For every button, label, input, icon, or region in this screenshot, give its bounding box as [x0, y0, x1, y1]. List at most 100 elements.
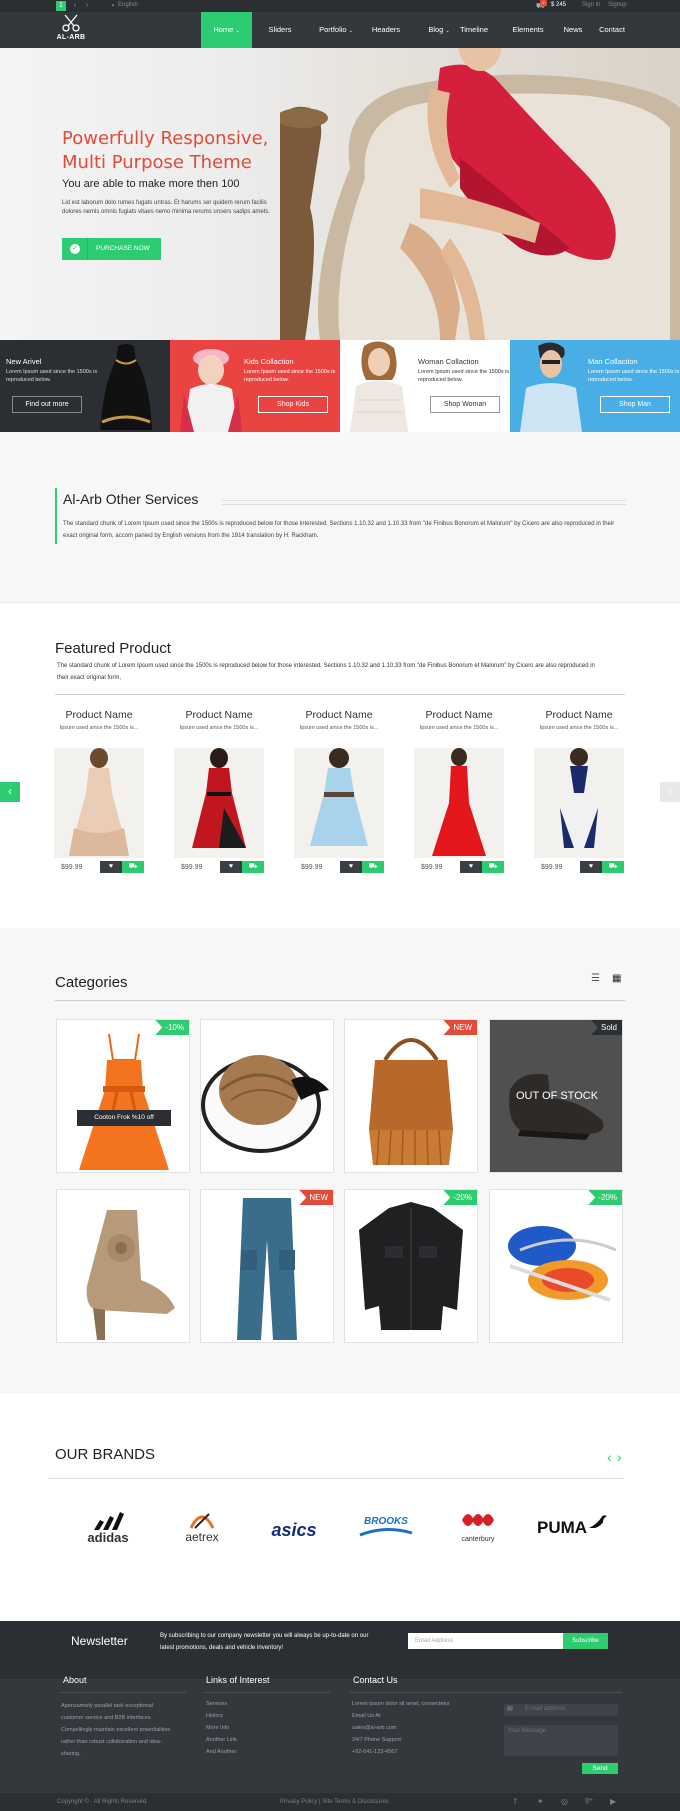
contact-line: Lorem ipsum dolor sit amet, consectetur	[352, 1701, 450, 1707]
navy-white-dress-image	[550, 748, 608, 848]
nav-elements[interactable]: Elements	[505, 12, 551, 48]
product-name[interactable]: Product Name	[294, 709, 384, 721]
cart-icon[interactable]: ⛟	[242, 861, 264, 873]
product-name[interactable]: Product Name	[54, 709, 144, 721]
language-selector[interactable]: English	[118, 2, 138, 8]
category-card[interactable]: NEW	[200, 1189, 334, 1343]
bottom-bar: Copyright © · All Rights Reserved Privac…	[0, 1793, 680, 1811]
categories-title: Categories	[55, 974, 128, 991]
footer-link-services[interactable]: Services	[206, 1701, 227, 1707]
site-logo[interactable]: AL-ARB	[54, 14, 88, 46]
heart-icon[interactable]: ♥	[220, 861, 242, 873]
shop-man-button[interactable]: Shop Man	[600, 396, 670, 413]
send-button[interactable]: Send	[582, 1763, 618, 1774]
services-section: Al-Arb Other Services The standard chunk…	[0, 432, 680, 602]
heart-icon[interactable]: ♥	[100, 861, 122, 873]
product-image[interactable]	[294, 748, 384, 858]
brand-label: canterbury	[461, 1536, 495, 1543]
page-indicator[interactable]: 1	[56, 1, 66, 11]
sunglasses-image	[508, 1226, 617, 1302]
product-image[interactable]	[414, 748, 504, 858]
nav-headers[interactable]: Headers	[366, 12, 406, 48]
nav-home[interactable]: Home ⌄	[201, 12, 252, 48]
category-card[interactable]	[56, 1189, 190, 1343]
google-plus-icon[interactable]: g+	[585, 1797, 593, 1804]
brand-aetrex[interactable]: aetrex	[162, 1508, 242, 1548]
heart-icon[interactable]: ♥	[340, 861, 362, 873]
kid-image	[180, 349, 242, 432]
product-image[interactable]	[54, 748, 144, 858]
brand-asics[interactable]: asics	[254, 1508, 334, 1548]
cart-icon[interactable]: ⛟	[482, 861, 504, 873]
sign-in-link[interactable]: Sign in	[582, 2, 600, 8]
product-image[interactable]	[534, 748, 624, 858]
cart-icon[interactable]: ⛟	[122, 861, 144, 873]
brand-brooks[interactable]: BROOKS	[346, 1508, 426, 1548]
contact-email[interactable]: sales@al-arb.com	[352, 1725, 396, 1731]
brands-title: OUR BRANDS	[55, 1446, 156, 1463]
facebook-icon[interactable]: f	[514, 1797, 516, 1806]
nav-timeline[interactable]: Timeline	[454, 12, 494, 48]
product-price: $99.99	[301, 864, 323, 871]
chevron-down-icon: ⌄	[445, 28, 450, 34]
product-image[interactable]	[174, 748, 264, 858]
nav-portfolio[interactable]: Portfolio ⌄	[313, 12, 359, 48]
title-divider	[222, 500, 626, 501]
category-card[interactable]: NEW	[344, 1019, 478, 1173]
brand-puma[interactable]: PUMA	[532, 1508, 612, 1548]
hero-body: Lid est laborum dolo rumes fugats untras…	[62, 200, 271, 215]
carousel-next-button[interactable]: ›	[660, 782, 680, 802]
carousel-prev-button[interactable]: ‹	[0, 782, 20, 802]
brand-adidas[interactable]: adidas	[68, 1508, 148, 1548]
purchase-now-button[interactable]: ✓ PURCHASE NOW	[62, 238, 161, 260]
category-card[interactable]: -20%	[344, 1189, 478, 1343]
footer-link-another[interactable]: Another Link	[206, 1737, 237, 1743]
footer-link-history[interactable]: History	[206, 1713, 223, 1719]
find-out-more-button[interactable]: Find out more	[12, 396, 82, 413]
brands-next-button[interactable]: ›	[617, 1449, 622, 1465]
jacket-image	[359, 1202, 463, 1330]
nav-news[interactable]: News	[555, 12, 591, 48]
heart-icon[interactable]: ♥	[580, 861, 602, 873]
youtube-icon[interactable]: ▶	[610, 1797, 616, 1806]
scissors-icon	[62, 14, 80, 32]
cart-icon[interactable]: ⛟	[362, 861, 384, 873]
nav-blog[interactable]: Blog ⌄	[419, 12, 459, 48]
nav-sliders[interactable]: Sliders	[260, 12, 300, 48]
twitter-icon[interactable]: ✦	[537, 1797, 544, 1806]
newsletter-email-input[interactable]: Email Address	[408, 1633, 563, 1649]
dribbble-icon[interactable]: ◎	[561, 1797, 568, 1806]
brands-prev-button[interactable]: ‹	[607, 1449, 612, 1465]
chevron-right-icon[interactable]: ›	[82, 1, 92, 11]
shop-kids-button[interactable]: Shop Kids	[258, 396, 328, 413]
featured-text: The standard chunk of Lorem Ipsum used s…	[57, 663, 595, 681]
footer-email-input[interactable]: ✉ E-mail address	[504, 1704, 618, 1716]
sign-up-link[interactable]: Signup	[608, 2, 627, 8]
list-view-icon[interactable]: ☰	[591, 973, 605, 985]
services-text: The standard chunk of Lorem Ipsum used s…	[63, 521, 615, 539]
footer-message-input[interactable]: Your Message	[504, 1725, 618, 1756]
category-card[interactable]: -20%	[489, 1189, 623, 1343]
footer-link-more-info[interactable]: More Info	[206, 1725, 229, 1731]
brand-canterbury[interactable]: canterbury	[438, 1508, 518, 1548]
heart-icon[interactable]: ♥	[460, 861, 482, 873]
cart-icon[interactable]: ⛟	[602, 861, 624, 873]
category-card[interactable]: Sold OUT OF STOCK	[489, 1019, 623, 1173]
policy-links[interactable]: Privacy Policy | Site Terms & Disclosure…	[280, 1799, 389, 1805]
contact-line: 24/7 Phone Support	[352, 1737, 401, 1743]
grid-view-icon[interactable]: ▦	[612, 973, 626, 985]
nav-contact[interactable]: Contact	[592, 12, 632, 48]
category-card[interactable]	[200, 1019, 334, 1173]
product-name[interactable]: Product Name	[174, 709, 264, 721]
footer-link-and-another[interactable]: And Another	[206, 1749, 236, 1755]
collection-title: Woman Collaction	[418, 357, 479, 366]
chevron-left-icon[interactable]: ‹	[70, 1, 80, 11]
product-name[interactable]: Product Name	[534, 709, 624, 721]
subscribe-button[interactable]: Subscribe	[563, 1633, 608, 1649]
product-name[interactable]: Product Name	[414, 709, 504, 721]
top-bar: 1 ‹ › ▪ English ⛟ 2 $ 245 Sign in Signup	[0, 0, 680, 12]
logo-text: AL-ARB	[56, 34, 86, 41]
category-card[interactable]: -10% Cooton Frok %10 off	[56, 1019, 190, 1173]
brand-label: BROOKS	[364, 1516, 408, 1527]
shop-woman-button[interactable]: Shop Woman	[430, 396, 500, 413]
